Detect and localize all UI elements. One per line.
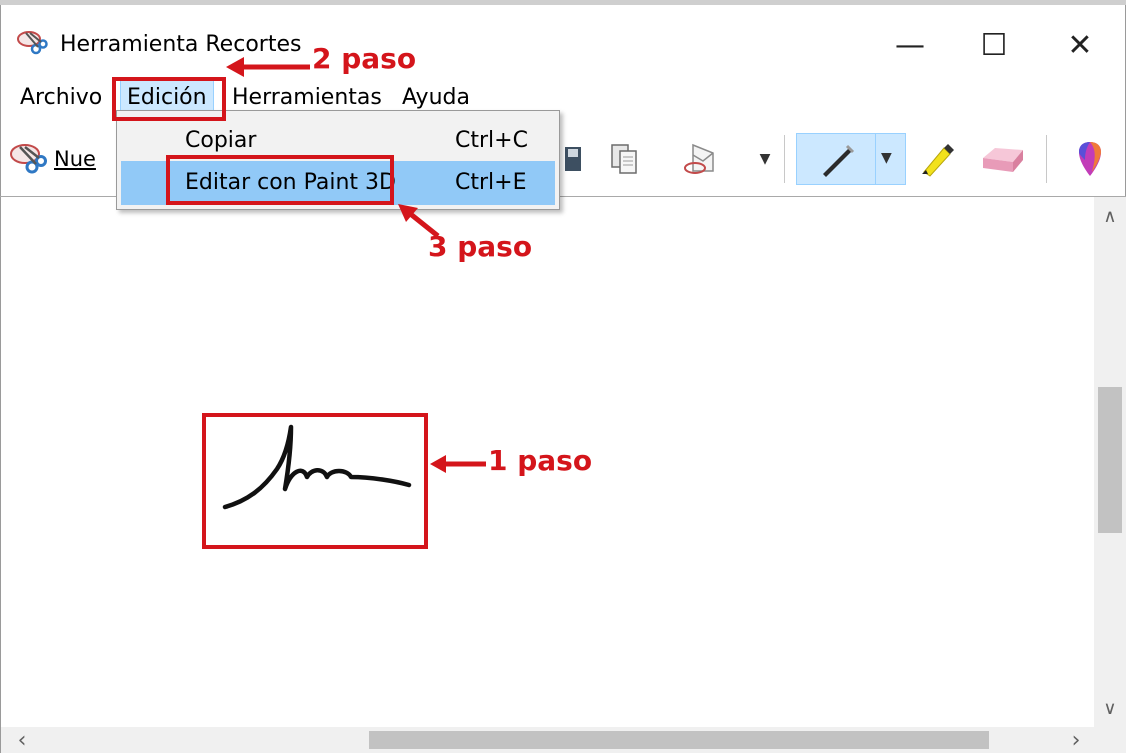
menu-item-shortcut: Ctrl+C — [455, 128, 528, 153]
scroll-left-icon[interactable]: ‹ — [7, 727, 37, 753]
annotation-step3: 3 paso — [428, 230, 533, 263]
scroll-right-icon[interactable]: › — [1061, 727, 1091, 753]
eraser-icon[interactable] — [978, 137, 1028, 181]
annotation-step1: 1 paso — [488, 444, 593, 477]
horizontal-scroll-thumb[interactable] — [369, 731, 989, 749]
menu-archivo[interactable]: Archivo — [14, 77, 108, 119]
highlighter-icon[interactable] — [914, 137, 958, 181]
toolbar-separator — [1046, 135, 1047, 183]
annotation-box-paint3d — [166, 155, 394, 205]
scroll-up-icon[interactable]: ∧ — [1094, 201, 1126, 231]
close-button[interactable]: ✕ — [1052, 23, 1108, 67]
annotation-box-edicion — [112, 77, 226, 121]
vertical-scroll-thumb[interactable] — [1098, 387, 1122, 533]
toolbar-separator — [784, 135, 785, 183]
paint3d-icon[interactable] — [1070, 137, 1110, 181]
title-bar: Herramienta Recortes — ☐ ✕ — [0, 5, 1126, 77]
snipping-tool-icon — [8, 142, 48, 176]
annotation-box-signature — [202, 413, 428, 549]
send-dropdown-icon[interactable]: ▼ — [754, 137, 776, 181]
annotation-arrow-step1 — [428, 450, 488, 478]
save-icon[interactable] — [556, 137, 590, 181]
pen-dropdown-icon[interactable]: ▼ — [881, 150, 892, 166]
pen-group-divider — [875, 134, 876, 184]
horizontal-scrollbar[interactable]: ‹ › — [1, 727, 1094, 753]
maximize-button[interactable]: ☐ — [966, 23, 1022, 67]
menu-item-shortcut: Ctrl+E — [455, 170, 527, 195]
new-snip-label: Nue — [54, 147, 96, 171]
send-snip-icon[interactable] — [676, 137, 728, 181]
annotation-step2: 2 paso — [312, 42, 417, 75]
copy-icon[interactable] — [604, 137, 644, 181]
annotation-arrow-step2 — [224, 52, 314, 82]
resize-grip[interactable] — [1094, 727, 1126, 753]
new-snip-button[interactable]: Nue — [8, 139, 128, 179]
snipping-tool-icon — [16, 29, 48, 57]
minimize-button[interactable]: — — [882, 23, 938, 67]
pen-tool-button[interactable]: ▼ — [796, 133, 906, 185]
vertical-scrollbar[interactable]: ∧ ∨ — [1094, 197, 1126, 727]
pen-icon — [817, 142, 857, 178]
scroll-down-icon[interactable]: ∨ — [1094, 693, 1126, 723]
